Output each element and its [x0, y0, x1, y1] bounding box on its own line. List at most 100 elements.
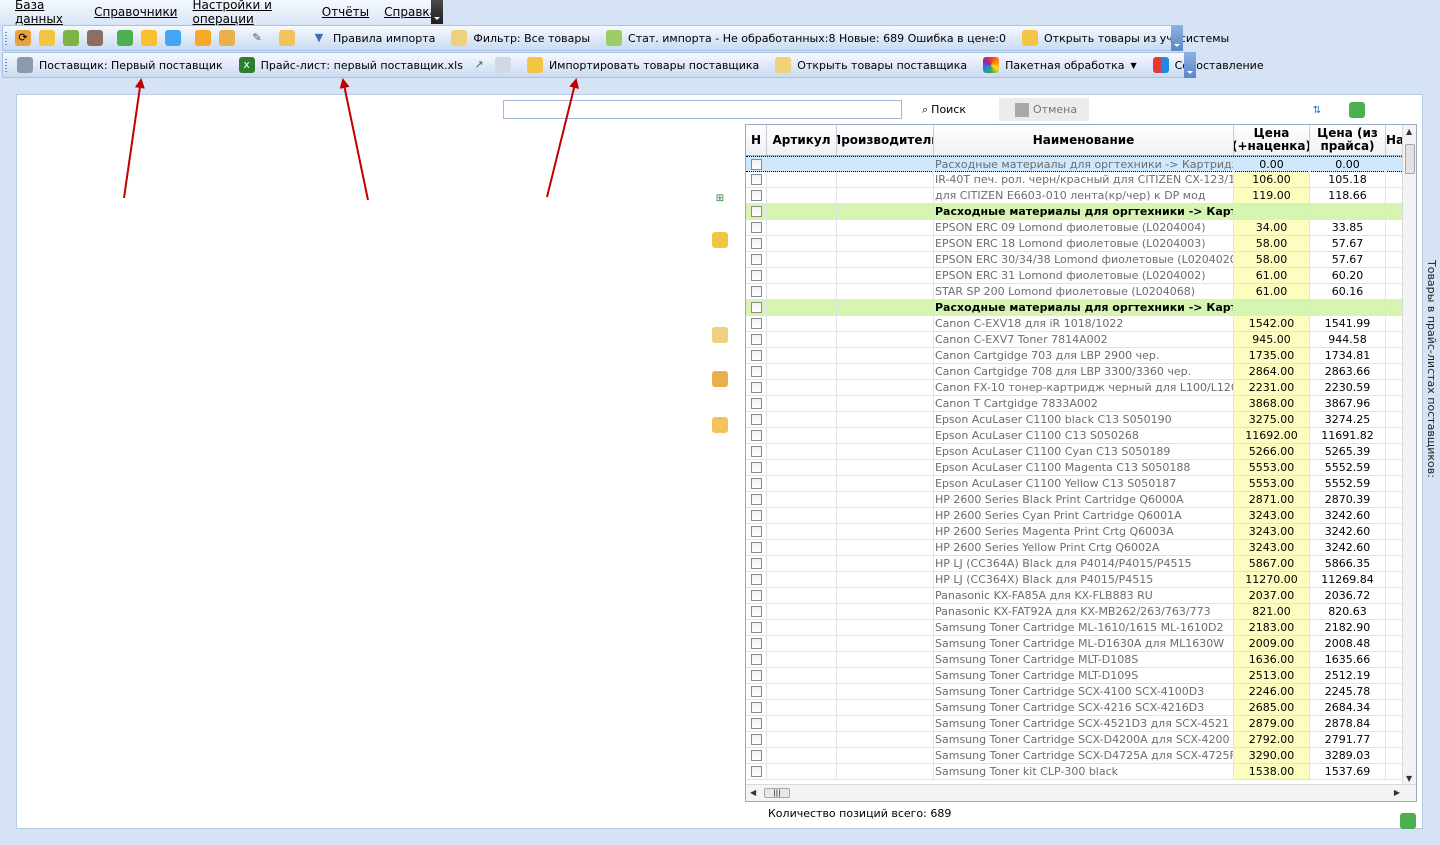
- row-checkbox[interactable]: [750, 542, 762, 553]
- row-checkbox-cell[interactable]: [746, 700, 767, 715]
- column-header-price-list[interactable]: Цена (из прайса): [1310, 125, 1386, 155]
- article-cell[interactable]: [767, 636, 837, 651]
- price-markup-cell[interactable]: 0.00: [1234, 157, 1310, 172]
- import-icon[interactable]: [117, 30, 133, 46]
- exit-icon[interactable]: [1400, 813, 1416, 829]
- article-cell[interactable]: [767, 748, 837, 763]
- row-checkbox-cell[interactable]: [746, 172, 767, 187]
- manufacturer-cell[interactable]: [837, 364, 934, 379]
- table-row[interactable]: EPSON ERC 30/34/38 Lomond фиолетовые (L0…: [746, 252, 1404, 268]
- row-checkbox[interactable]: [750, 414, 762, 425]
- price-markup-cell[interactable]: 34.00: [1234, 220, 1310, 235]
- manufacturer-cell[interactable]: [837, 668, 934, 683]
- folder-open-icon[interactable]: [712, 232, 728, 248]
- table-row[interactable]: Panasonic KX-FAT92A для KX-MB262/263/763…: [746, 604, 1404, 620]
- manufacturer-cell[interactable]: [837, 556, 934, 571]
- row-checkbox-cell[interactable]: [746, 508, 767, 523]
- manufacturer-cell[interactable]: [837, 380, 934, 395]
- row-checkbox-cell[interactable]: [746, 540, 767, 555]
- row-checkbox-cell[interactable]: [746, 684, 767, 699]
- row-checkbox-cell[interactable]: [746, 364, 767, 379]
- menu-database[interactable]: База данных: [0, 0, 85, 26]
- article-cell[interactable]: [767, 348, 837, 363]
- row-checkbox[interactable]: [750, 686, 762, 697]
- row-checkbox[interactable]: [750, 302, 762, 313]
- row-checkbox-cell[interactable]: [746, 732, 767, 747]
- article-cell[interactable]: [767, 364, 837, 379]
- sort-icon[interactable]: ⇅: [1309, 102, 1325, 118]
- price-list-cell[interactable]: 1635.66: [1310, 652, 1386, 667]
- table-row[interactable]: Samsung Toner Cartridge SCX-4216 SCX-421…: [746, 700, 1404, 716]
- row-checkbox[interactable]: [750, 590, 762, 601]
- table-row[interactable]: Samsung Toner Cartridge SCX-4521D3 для S…: [746, 716, 1404, 732]
- price-list-cell[interactable]: 2008.48: [1310, 636, 1386, 651]
- price-list-cell[interactable]: [1310, 300, 1386, 315]
- card-icon[interactable]: [279, 30, 295, 46]
- manufacturer-cell[interactable]: [837, 604, 934, 619]
- row-checkbox[interactable]: [750, 159, 762, 170]
- row-checkbox[interactable]: [750, 174, 762, 185]
- article-cell[interactable]: [767, 524, 837, 539]
- price-list-cell[interactable]: 2863.66: [1310, 364, 1386, 379]
- table-row[interactable]: HP 2600 Series Black Print Cartridge Q60…: [746, 492, 1404, 508]
- folder-chart-icon[interactable]: [712, 327, 728, 343]
- row-checkbox[interactable]: [750, 238, 762, 249]
- price-list-cell[interactable]: 3289.03: [1310, 748, 1386, 763]
- price-markup-cell[interactable]: 1538.00: [1234, 764, 1310, 779]
- row-checkbox[interactable]: [750, 270, 762, 281]
- column-header-name[interactable]: Наименование: [934, 125, 1234, 155]
- table-row[interactable]: для CITIZEN E6603-010 лента(кр/чер) к DP…: [746, 188, 1404, 204]
- price-list-cell[interactable]: 11691.82: [1310, 428, 1386, 443]
- table-row[interactable]: Canon C-EXV7 Toner 7814A002 945.00 944.58: [746, 332, 1404, 348]
- row-checkbox-cell[interactable]: [746, 572, 767, 587]
- sync-icon[interactable]: ⟳: [15, 30, 31, 46]
- column-header-article[interactable]: Артикул: [767, 125, 837, 155]
- price-markup-cell[interactable]: 1636.00: [1234, 652, 1310, 667]
- price-markup-cell[interactable]: 3243.00: [1234, 540, 1310, 555]
- table-row[interactable]: IR-40T печ. рол. черн/красный для CITIZE…: [746, 172, 1404, 188]
- cancel-button[interactable]: Отмена: [999, 98, 1089, 121]
- manufacturer-cell[interactable]: [837, 236, 934, 251]
- manufacturer-cell[interactable]: [837, 764, 934, 779]
- name-cell[interactable]: Canon T Cartgidge 7833A002: [934, 396, 1234, 411]
- table-row[interactable]: Canon Cartgidge 708 для LBP 3300/3360 че…: [746, 364, 1404, 380]
- name-cell[interactable]: IR-40T печ. рол. черн/красный для CITIZE…: [934, 172, 1234, 187]
- name-cell[interactable]: Samsung Toner Cartridge MLT-D109S: [934, 668, 1234, 683]
- name-cell[interactable]: Samsung Toner Cartridge SCX-4521D3 для S…: [934, 716, 1234, 731]
- table-row[interactable]: Samsung Toner Cartridge MLT-D109S 2513.00…: [746, 668, 1404, 684]
- row-checkbox-cell[interactable]: [746, 652, 767, 667]
- price-list-cell[interactable]: 2230.59: [1310, 380, 1386, 395]
- article-cell[interactable]: [767, 604, 837, 619]
- name-cell[interactable]: Расходные материалы для оргтехники -> Ка…: [934, 157, 1234, 172]
- article-cell[interactable]: [767, 652, 837, 667]
- row-checkbox[interactable]: [750, 446, 762, 457]
- name-cell[interactable]: Canon Cartgidge 708 для LBP 3300/3360 че…: [934, 364, 1234, 379]
- article-cell[interactable]: [767, 172, 837, 187]
- side-tab-supplier-goods[interactable]: Товары в прайс-листах поставщиков:: [1422, 260, 1438, 478]
- price-list-cell[interactable]: 5265.39: [1310, 444, 1386, 459]
- name-cell[interactable]: Panasonic KX-FA85A для KX-FLB883 RU: [934, 588, 1234, 603]
- article-cell[interactable]: [767, 412, 837, 427]
- price-list-cell[interactable]: 2684.34: [1310, 700, 1386, 715]
- scroll-left-icon[interactable]: ◀: [750, 788, 756, 797]
- price-list-cell[interactable]: 5866.35: [1310, 556, 1386, 571]
- chart-icon[interactable]: ↗: [471, 57, 487, 73]
- row-checkbox-cell[interactable]: [746, 444, 767, 459]
- manufacturer-cell[interactable]: [837, 332, 934, 347]
- price-markup-cell[interactable]: 11692.00: [1234, 428, 1310, 443]
- import-rules-button[interactable]: ▼ Правила импорта: [305, 27, 439, 49]
- article-cell[interactable]: [767, 460, 837, 475]
- price-list-cell[interactable]: 5552.59: [1310, 476, 1386, 491]
- row-checkbox-cell[interactable]: [746, 764, 767, 779]
- row-checkbox[interactable]: [750, 622, 762, 633]
- column-header-n[interactable]: Н: [746, 125, 767, 155]
- name-cell[interactable]: STAR SP 200 Lomond фиолетовые (L0204068): [934, 284, 1234, 299]
- table-row[interactable]: Samsung Toner Cartridge ML-D1630A для ML…: [746, 636, 1404, 652]
- row-checkbox-cell[interactable]: [746, 748, 767, 763]
- price-list-cell[interactable]: 3867.96: [1310, 396, 1386, 411]
- row-checkbox[interactable]: [750, 750, 762, 761]
- price-list-cell[interactable]: 2878.84: [1310, 716, 1386, 731]
- supplier-button[interactable]: Поставщик: Первый поставщик: [11, 54, 227, 76]
- row-checkbox[interactable]: [750, 286, 762, 297]
- price-list-cell[interactable]: 944.58: [1310, 332, 1386, 347]
